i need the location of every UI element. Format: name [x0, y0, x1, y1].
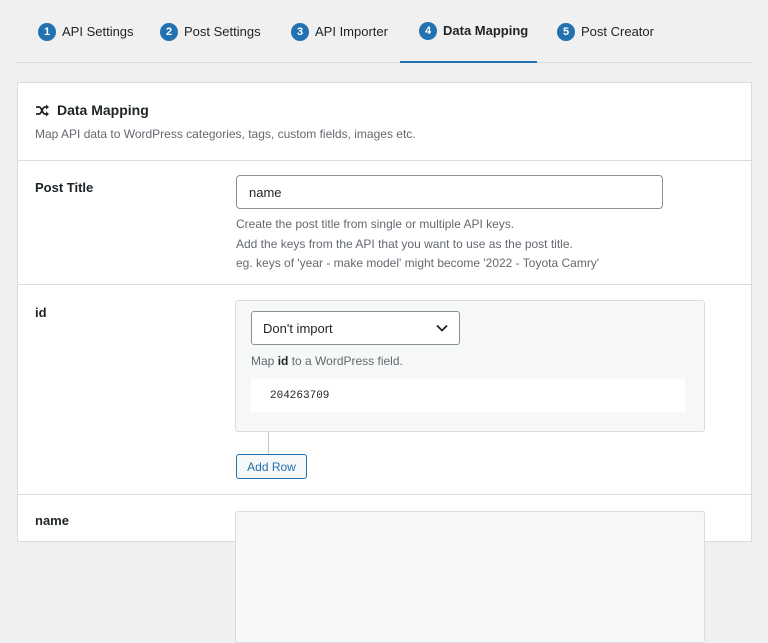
step-tabs: 1 API Settings 2 Post Settings 3 API Imp… — [16, 0, 752, 63]
tab-api-importer[interactable]: 3 API Importer — [291, 0, 388, 63]
tab-post-settings[interactable]: 2 Post Settings — [160, 0, 261, 63]
select-value: Don't import — [263, 320, 333, 336]
post-title-help: Create the post title from single or mul… — [236, 215, 599, 274]
section-title: Data Mapping — [57, 102, 149, 118]
tab-label: API Settings — [62, 24, 134, 39]
post-title-row: Post Title Create the post title from si… — [18, 161, 751, 285]
mapping-box: Don't import Map id to a WordPress field… — [235, 300, 705, 432]
post-title-input[interactable] — [236, 175, 663, 209]
page-title: Data Mapping — [35, 102, 751, 118]
section-description: Map API data to WordPress categories, ta… — [35, 127, 416, 141]
chevron-down-icon — [436, 324, 448, 332]
tab-label: Data Mapping — [443, 23, 529, 38]
mapping-box — [235, 511, 705, 643]
field-row-name: name — [18, 495, 751, 643]
field-key-label: id — [35, 305, 47, 320]
row-connector-line — [268, 432, 269, 455]
add-row-button[interactable]: Add Row — [236, 454, 307, 479]
step-number-badge: 4 — [419, 21, 437, 40]
tab-label: Post Creator — [581, 24, 654, 39]
sample-value: 204263709 — [251, 379, 685, 412]
post-title-label: Post Title — [35, 180, 94, 195]
mapping-hint: Map id to a WordPress field. — [251, 354, 403, 368]
tab-label: API Importer — [315, 24, 388, 39]
tab-data-mapping[interactable]: 4 Data Mapping — [400, 0, 537, 63]
step-number-badge: 3 — [291, 22, 309, 41]
panel-header: Data Mapping Map API data to WordPress c… — [18, 83, 751, 161]
step-number-badge: 5 — [557, 22, 575, 41]
tab-post-creator[interactable]: 5 Post Creator — [557, 0, 654, 63]
tab-label: Post Settings — [184, 24, 261, 39]
step-number-badge: 1 — [38, 22, 56, 41]
tab-api-settings[interactable]: 1 API Settings — [38, 0, 134, 63]
help-line: Add the keys from the API that you want … — [236, 236, 573, 251]
help-line: eg. keys of 'year - make model' might be… — [236, 256, 600, 270]
field-row-id: id Don't import Map id to a WordPress fi… — [18, 285, 751, 495]
data-mapping-panel: Data Mapping Map API data to WordPress c… — [17, 82, 752, 643]
step-number-badge: 2 — [160, 22, 178, 41]
wordpress-field-select[interactable]: Don't import — [251, 311, 460, 345]
shuffle-icon — [36, 104, 49, 116]
help-line: Create the post title from single or mul… — [236, 217, 515, 231]
